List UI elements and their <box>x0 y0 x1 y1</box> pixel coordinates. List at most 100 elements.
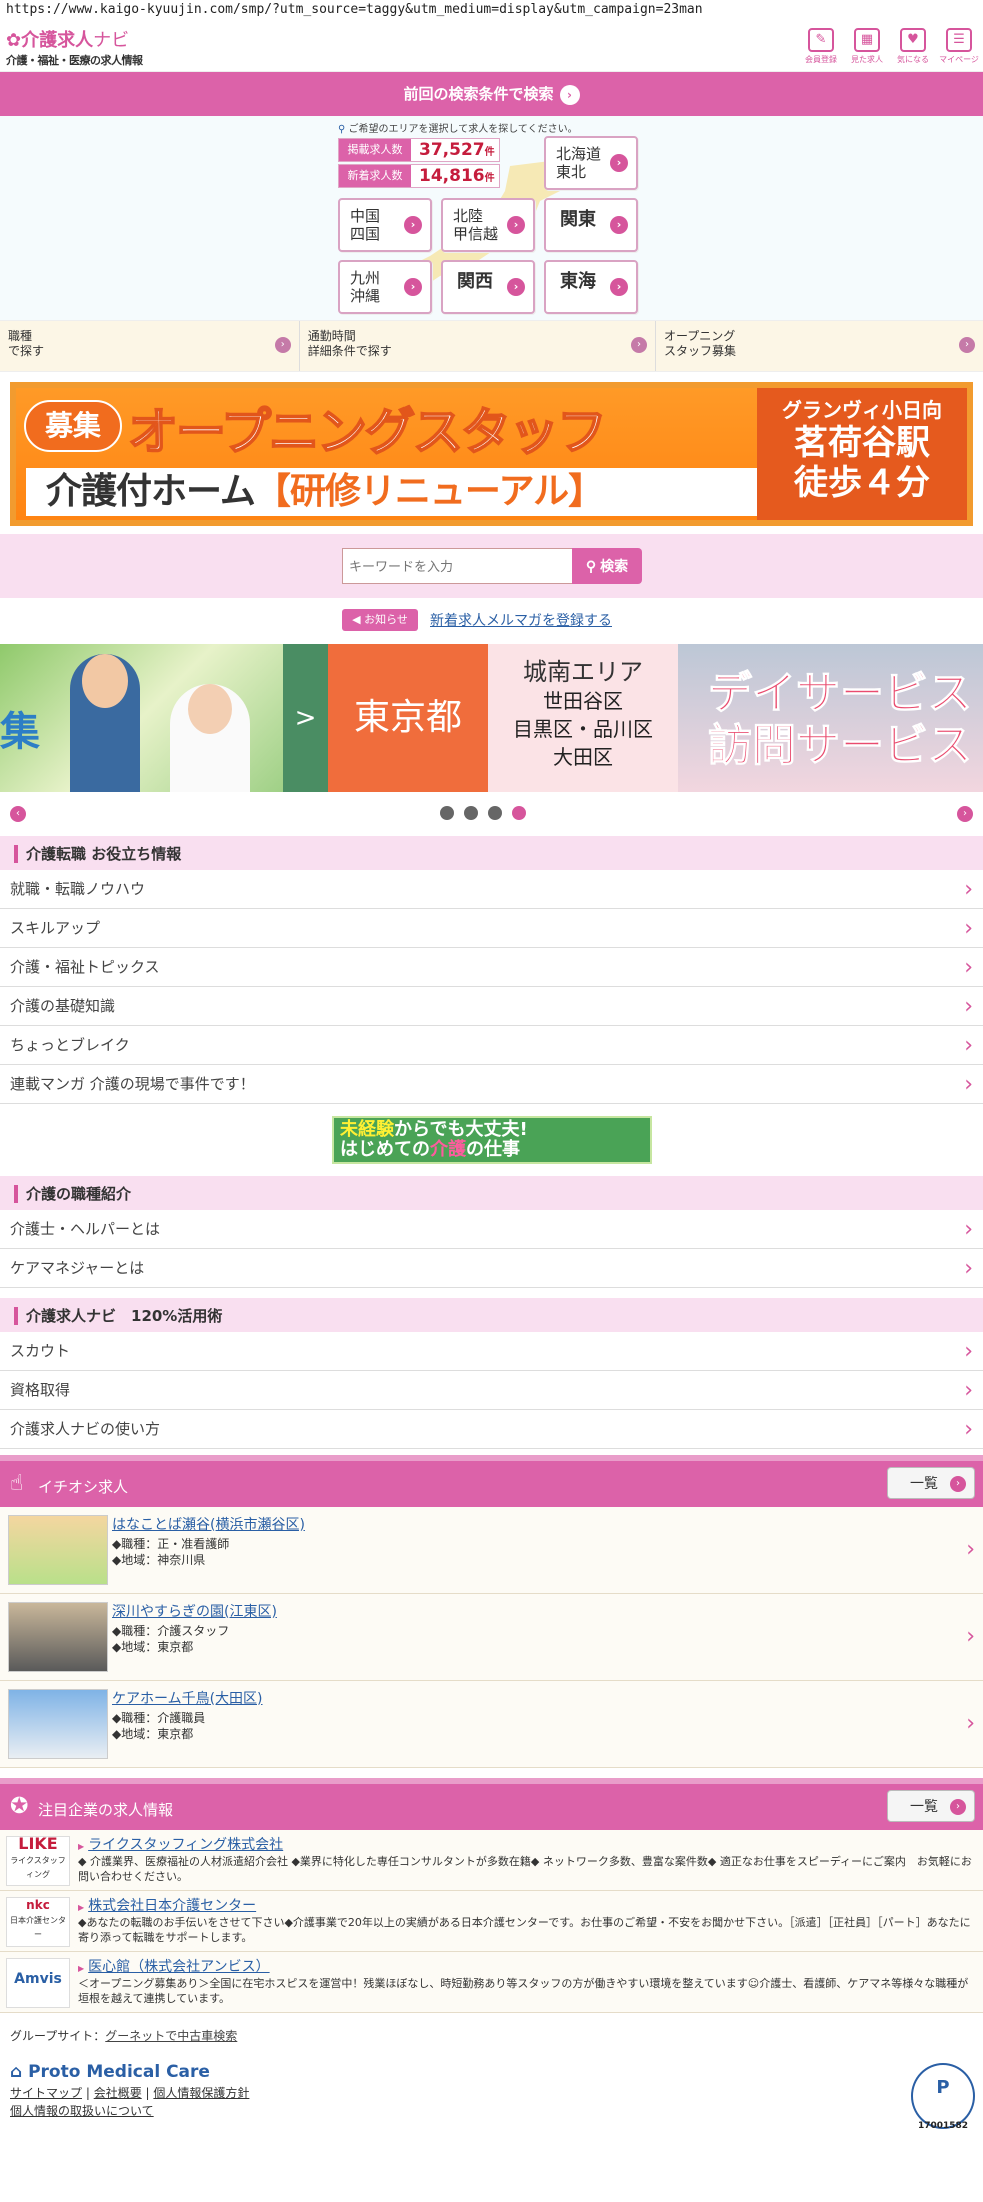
sitemap-link[interactable]: サイトマップ <box>10 2086 82 2100</box>
viewed-jobs-button[interactable]: ▦ 見た求人 <box>847 28 887 65</box>
pickup-area: ◆地域：神奈川県 <box>112 1553 206 1567</box>
area-label: 北海道 <box>556 145 602 163</box>
icon-label: 会員登録 <box>805 55 837 64</box>
chevron-right-icon: › <box>404 216 422 234</box>
search-by-job-type[interactable]: 職種 で探す › <box>0 321 300 371</box>
area-button-kanto[interactable]: 関東 › <box>544 198 638 252</box>
area-button-hokuriku-koshinetsu[interactable]: 北陸 甲信越 › <box>441 198 535 252</box>
chevron-right-icon: › <box>966 1624 975 1649</box>
privacy-mark[interactable]: P 17001582 <box>911 2063 975 2131</box>
pickup-header: ☝ イチオシ求人 一覧 › <box>0 1455 983 1507</box>
header-icons: ✎ 会員登録 ▦ 見た求人 ♥ 気になる ☰ マイページ <box>801 28 979 65</box>
chevron-right-icon: › <box>404 278 422 296</box>
companies-all-button[interactable]: 一覧 › <box>887 1790 975 1822</box>
opening-staff[interactable]: オープニング スタッフ募集 › <box>656 321 983 371</box>
carousel-dot[interactable] <box>488 806 502 820</box>
list-item-scout[interactable]: スカウト <box>0 1332 983 1371</box>
area-label: 九州 <box>350 269 381 287</box>
company-item[interactable]: Amvis 医心館（株式会社アンビス） ＜オープニング募集あり＞全国に在宅ホスピ… <box>0 1952 983 2013</box>
area-label: 沖縄 <box>350 287 381 305</box>
pickup-job: ◆職種：正・准看護師 <box>112 1537 230 1551</box>
carousel-area-title: 城南エリア <box>523 658 643 686</box>
area-button-kansai[interactable]: 関西 › <box>441 260 535 314</box>
carousel-prev-button[interactable]: ‹ <box>10 806 26 822</box>
search-box: ⚲ 検索 <box>342 548 642 584</box>
list-item-caremanager[interactable]: ケアマネジャーとは <box>0 1249 983 1288</box>
chevron-right-icon: › <box>507 278 525 296</box>
banner-badge: 募集 <box>24 400 122 452</box>
previous-search-button[interactable]: 前回の検索条件で検索 › <box>0 72 983 116</box>
opening-staff-banner[interactable]: 募集 オープニングスタッフ 介護付ホーム【研修リニューアル】 グランヴィ小日向 … <box>10 382 973 526</box>
favorites-button[interactable]: ♥ 気になる <box>893 28 933 65</box>
company-logo: LIKE ライクスタッフィング <box>6 1836 70 1886</box>
chevron-right-icon: › <box>950 1799 966 1815</box>
pickup-area: ◆地域：東京都 <box>112 1640 194 1654</box>
carousel-dot[interactable] <box>440 806 454 820</box>
list-item-qualification[interactable]: 資格取得 <box>0 1371 983 1410</box>
member-register-button[interactable]: ✎ 会員登録 <box>801 28 841 65</box>
list-item-helper[interactable]: 介護士・ヘルパーとは <box>0 1210 983 1249</box>
list-item-manga[interactable]: 連載マンガ 介護の現場で事件です！ <box>0 1065 983 1104</box>
pickup-item[interactable]: ケアホーム千鳥(大田区) ◆職種：介護職員 ◆地域：東京都 › <box>0 1681 983 1768</box>
site-logo[interactable]: ✿介護求人ナビ 介護・福祉・医療の求人情報 <box>6 26 143 68</box>
list-item-topics[interactable]: 介護・福祉トピックス <box>0 948 983 987</box>
company-logo-sub: 日本介護センター <box>10 1916 66 1939</box>
list-item-basics[interactable]: 介護の基礎知識 <box>0 987 983 1026</box>
carousel-area-line: 大田区 <box>553 745 613 769</box>
all-label: 一覧 <box>910 1799 938 1815</box>
pickup-item[interactable]: はなことば瀬谷(横浜市瀬谷区) ◆職種：正・准看護師 ◆地域：神奈川県 › <box>0 1507 983 1594</box>
logo-main: 介護求人 <box>21 30 94 51</box>
banner-station: 茗荷谷駅 <box>794 423 930 463</box>
pickup-name[interactable]: ケアホーム千鳥(大田区) <box>112 1688 263 1708</box>
list-item-skill-up[interactable]: スキルアップ <box>0 909 983 948</box>
chevron-right-icon: › <box>959 337 975 353</box>
promo-text: はじめての <box>340 1139 430 1160</box>
company-name[interactable]: 医心館（株式会社アンビス） <box>78 1956 975 1976</box>
pickup-name[interactable]: 深川やすらぎの園(江東区) <box>112 1601 277 1621</box>
privacy-policy-link[interactable]: 個人情報保護方針 <box>153 2086 249 2100</box>
search-by-commute[interactable]: 通勤時間 詳細条件で探す › <box>300 321 656 371</box>
search-button[interactable]: ⚲ 検索 <box>572 548 642 584</box>
chevron-right-icon: › <box>274 337 291 353</box>
logo-tagline: 介護・福祉・医療の求人情報 <box>6 54 143 67</box>
company-item[interactable]: nkc 日本介護センター 株式会社日本介護センター ◆あなたの転職のお手伝いをさせ… <box>0 1891 983 1952</box>
company-desc: ＜オープニング募集あり＞全国に在宅ホスピスを運営中！残業ほぼなし、時短勤務あり等… <box>78 1977 969 2005</box>
pencil-icon: ✎ <box>808 28 834 52</box>
newsletter-link[interactable]: 新着求人メルマガを登録する <box>430 610 612 630</box>
company-link[interactable]: 会社概要 <box>94 2086 142 2100</box>
carousel-dot-active[interactable] <box>512 806 526 820</box>
company-logo-sub: ライクスタッフィング <box>10 1856 66 1879</box>
carousel-photo: 集 <box>0 644 283 792</box>
list-item-know-how[interactable]: 就職・転職ノウハウ <box>0 870 983 909</box>
beginner-banner[interactable]: 未経験からでも大丈夫! はじめての介護の仕事 <box>332 1116 652 1164</box>
list-item-break[interactable]: ちょっとブレイク <box>0 1026 983 1065</box>
privacy-handling-link[interactable]: 個人情報の取扱いについて <box>10 2104 154 2118</box>
company-name[interactable]: 株式会社日本介護センター <box>78 1895 975 1915</box>
pickup-all-button[interactable]: 一覧 › <box>887 1467 975 1499</box>
carousel-dot[interactable] <box>464 806 478 820</box>
section-header-usage: 介護求人ナビ 120%活用術 <box>0 1296 983 1332</box>
area-label: 甲信越 <box>453 225 499 243</box>
group-site-link[interactable]: グーネットで中古車検索 <box>105 2029 237 2043</box>
carousel-service: 訪問サービス <box>708 720 973 772</box>
area-label: 四国 <box>350 225 381 243</box>
mypage-button[interactable]: ☰ マイページ <box>939 28 979 65</box>
carousel[interactable]: 集 > 東京都 城南エリア 世田谷区 目黒区・品川区 大田区 デイサービス 訪問サ… <box>0 644 983 792</box>
promo-text: 未経験 <box>340 1119 394 1140</box>
carousel-area-line: 目黒区・品川区 <box>513 717 653 741</box>
sub-nav-label: オープニング <box>664 329 736 343</box>
list-item-howto[interactable]: 介護求人ナビの使い方 <box>0 1410 983 1449</box>
pickup-name[interactable]: はなことば瀬谷(横浜市瀬谷区) <box>112 1514 305 1534</box>
area-button-tokai[interactable]: 東海 › <box>544 260 638 314</box>
pickup-image <box>8 1689 108 1759</box>
pickup-item[interactable]: 深川やすらぎの園(江東区) ◆職種：介護スタッフ ◆地域：東京都 › <box>0 1594 983 1681</box>
company-name[interactable]: ライクスタッフィング株式会社 <box>78 1834 975 1854</box>
area-button-hokkaido-tohoku[interactable]: 北海道 東北 › <box>544 136 638 190</box>
carousel-next-button[interactable]: › <box>957 806 973 822</box>
area-button-kyushu-okinawa[interactable]: 九州 沖縄 › <box>338 260 432 314</box>
area-button-chugoku-shikoku[interactable]: 中国 四国 › <box>338 198 432 252</box>
stat-unit: 件 <box>484 147 495 158</box>
search-input[interactable] <box>342 548 572 584</box>
company-item[interactable]: LIKE ライクスタッフィング ライクスタッフィング株式会社 ◆ 介護業界、医療福… <box>0 1830 983 1891</box>
pickup-image <box>8 1602 108 1672</box>
